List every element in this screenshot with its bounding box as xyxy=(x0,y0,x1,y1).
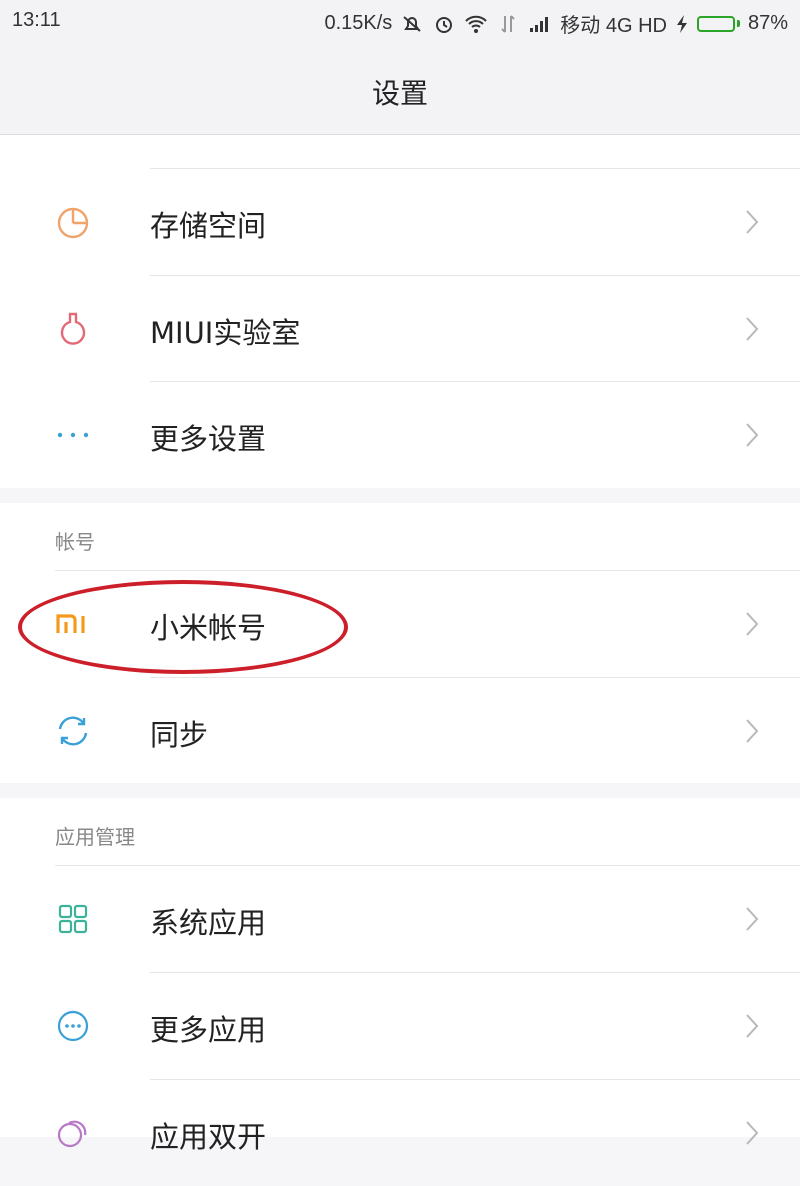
chevron-right-icon xyxy=(746,210,759,234)
settings-item-label: 小米帐号 xyxy=(150,611,267,645)
chevron-right-icon xyxy=(746,423,759,447)
status-bar: 13:11 0.15K/s 移动 4G HD 87% xyxy=(0,0,800,44)
settings-item-label: 更多设置 xyxy=(150,422,267,456)
sync-icon xyxy=(58,716,88,746)
chevron-right-icon xyxy=(746,719,759,743)
battery-icon xyxy=(696,15,740,32)
settings-item-sync[interactable]: 同步 xyxy=(0,678,800,784)
battery-percent: 87% xyxy=(747,12,788,34)
settings-item-label: 应用双开 xyxy=(150,1120,267,1154)
title-bar: 设置 xyxy=(0,44,800,135)
chevron-right-icon xyxy=(746,317,759,341)
chevron-right-icon xyxy=(746,612,759,636)
settings-item-label: 更多应用 xyxy=(150,1013,267,1047)
alarm-icon xyxy=(436,16,453,33)
pie-chart-icon xyxy=(57,207,89,239)
settings-item-more-apps[interactable]: 更多应用 xyxy=(0,973,800,1079)
apps-section: 应用管理 系统应用 更多应用 应用双开 xyxy=(0,798,800,1154)
data-transfer-icon xyxy=(501,14,515,33)
grid-icon xyxy=(58,904,88,934)
settings-item-dual-apps[interactable]: 应用双开 xyxy=(0,1080,800,1186)
mi-logo-icon xyxy=(56,614,85,633)
status-time: 13:11 xyxy=(12,9,61,31)
flask-icon xyxy=(60,312,86,345)
settings-item-system-apps[interactable]: 系统应用 xyxy=(0,866,800,972)
chevron-right-icon xyxy=(746,1014,759,1038)
status-icons: 0.15K/s 移动 4G HD 87% xyxy=(324,9,788,38)
signal-icon xyxy=(530,16,549,32)
general-section: 存储空间 MIUI实验室 更多设置 xyxy=(0,135,800,488)
settings-item-label: 存储空间 xyxy=(150,209,267,243)
page-title: 设置 xyxy=(371,77,428,110)
settings-item-label: 同步 xyxy=(150,718,209,752)
more-dots-icon xyxy=(57,432,89,438)
settings-item-storage[interactable]: 存储空间 xyxy=(0,169,800,275)
settings-item-mi-account[interactable]: 小米帐号 xyxy=(0,571,800,677)
network-speed: 0.15K/s xyxy=(324,12,393,34)
chevron-right-icon xyxy=(746,1121,759,1145)
mute-bell-icon xyxy=(403,15,421,32)
account-section: 帐号 小米帐号 同步 xyxy=(0,503,800,783)
settings-item-miui-lab[interactable]: MIUI实验室 xyxy=(0,276,800,382)
wifi-icon xyxy=(465,15,487,33)
section-heading: 帐号 xyxy=(55,530,95,554)
settings-item-label: MIUI实验室 xyxy=(150,316,301,350)
chevron-right-icon xyxy=(746,907,759,931)
settings-item-more-settings[interactable]: 更多设置 xyxy=(0,382,800,488)
settings-item-label: 系统应用 xyxy=(150,906,267,940)
dual-app-icon xyxy=(57,1120,87,1148)
section-heading: 应用管理 xyxy=(55,825,135,849)
more-circle-icon xyxy=(57,1010,89,1042)
carrier-label: 移动 4G HD xyxy=(560,15,667,37)
charging-icon xyxy=(676,14,687,33)
